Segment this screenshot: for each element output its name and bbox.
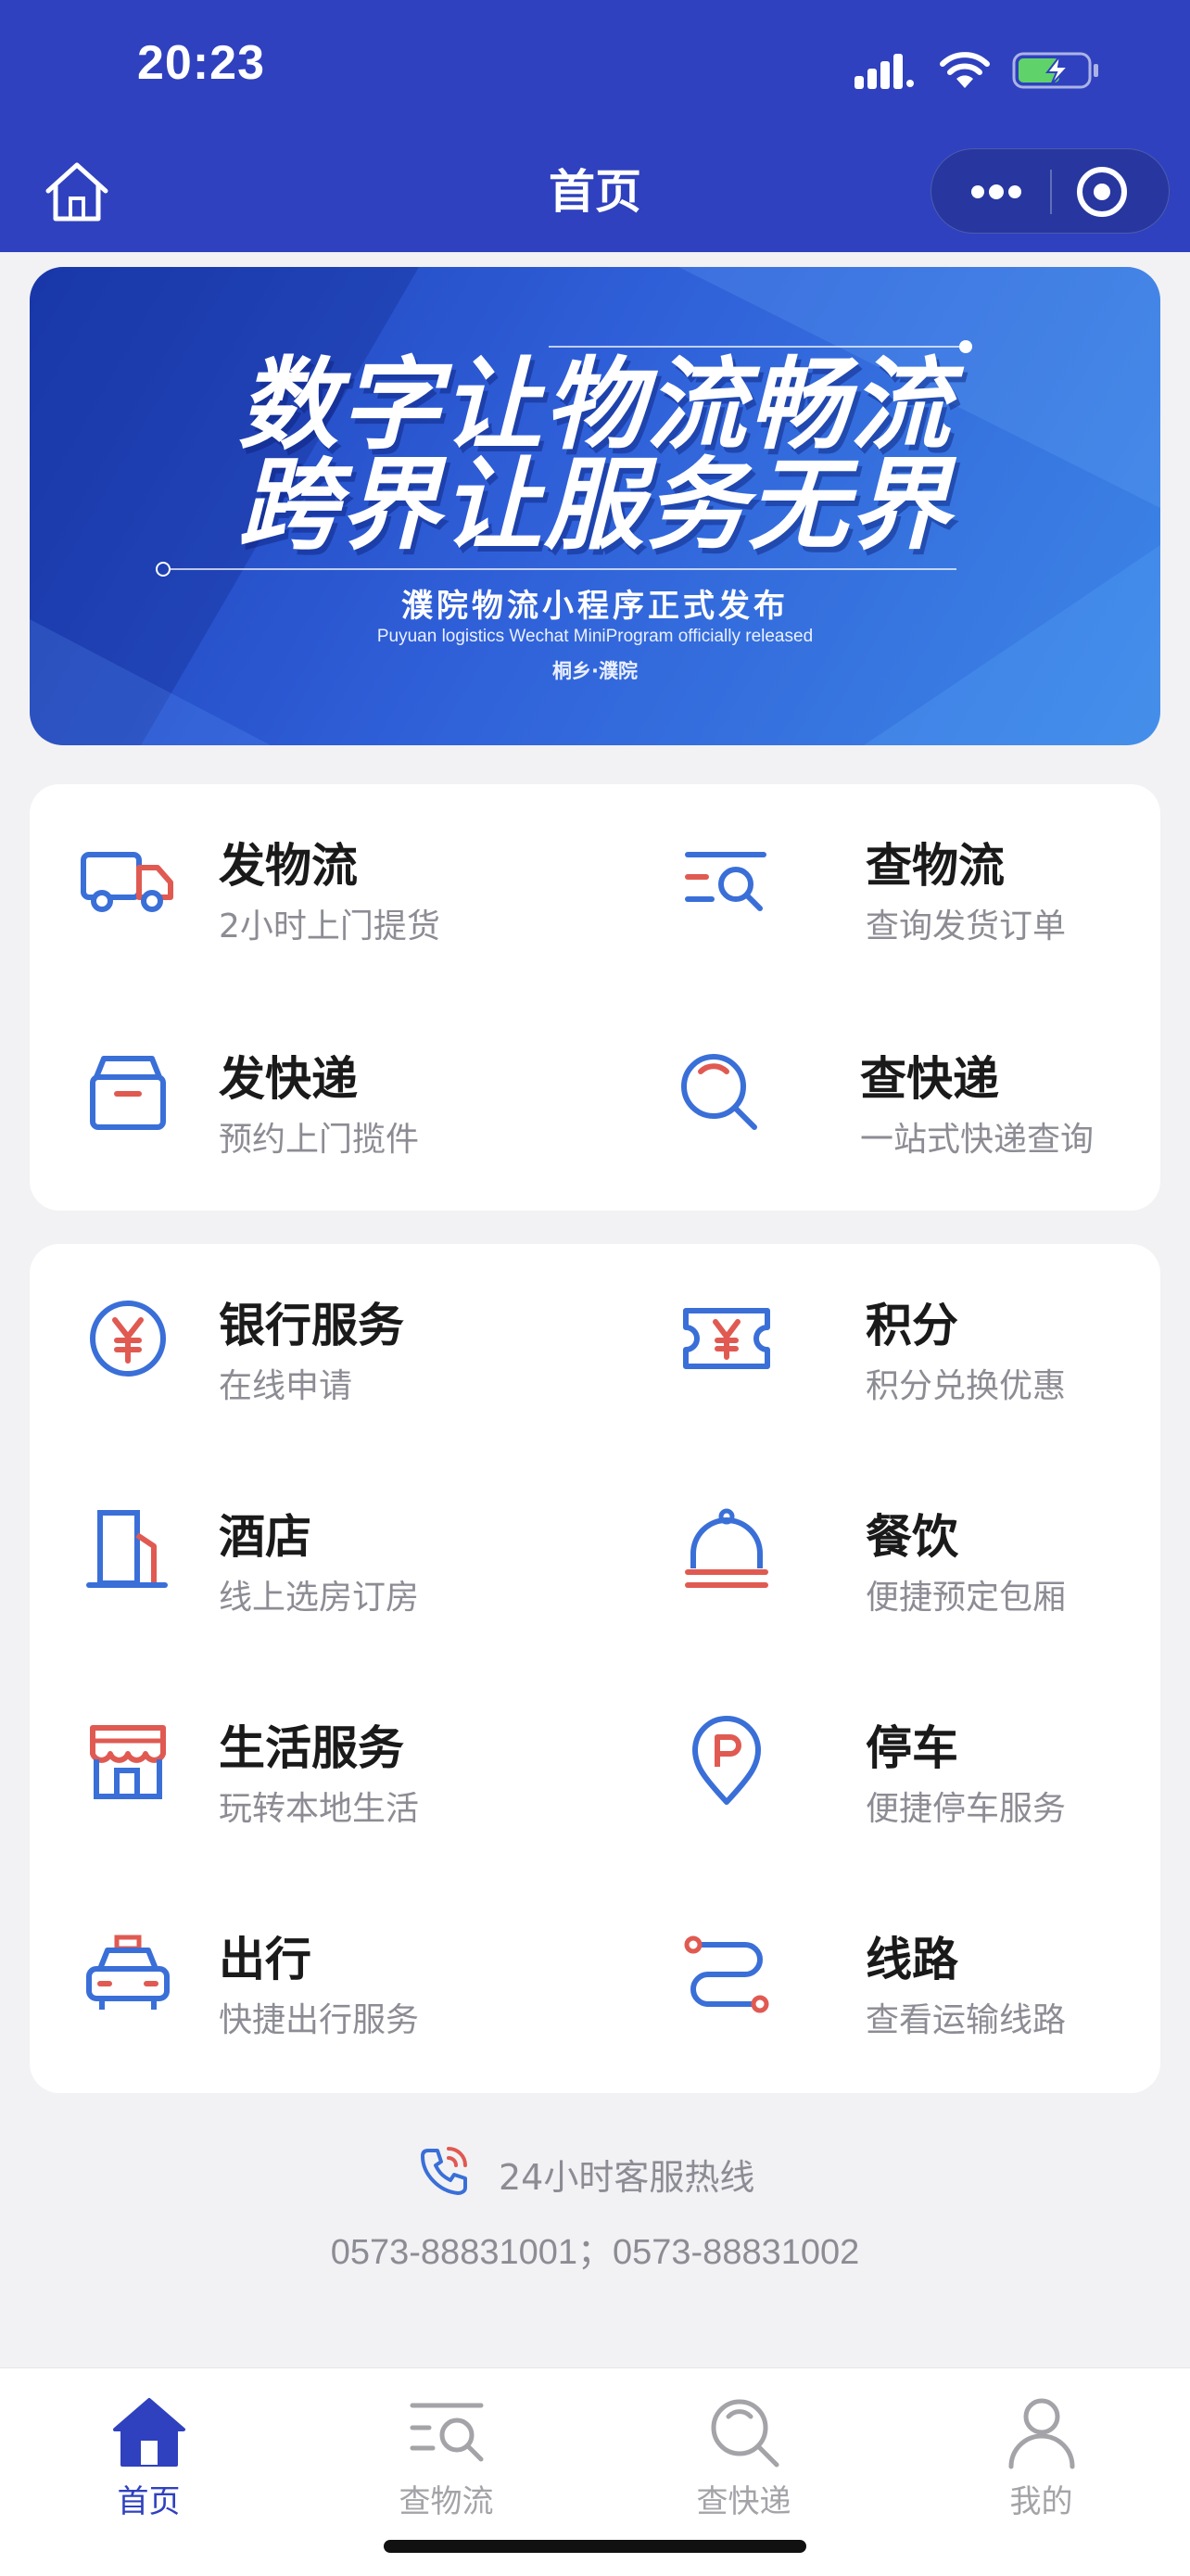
service-query-logistics[interactable]: 查物流 查询发货订单 [595,784,1151,970]
service-desc: 便捷停车服务 [866,1790,1067,1828]
building-icon [86,1510,168,1588]
service-title: 餐饮 [866,1510,958,1564]
service-desc: 快捷出行服务 [219,2001,420,2039]
service-title: 出行 [219,1933,311,1986]
tab-label: 我的 [1009,2483,1073,2520]
phone-icon [421,2147,467,2195]
more-icon[interactable] [954,166,1037,218]
magnifier-icon [711,2399,779,2468]
tab-profile[interactable]: 我的 [892,2368,1190,2554]
service-bank[interactable]: 银行服务 在线申请 [30,1244,586,1429]
service-desc: 线上选房订房 [219,1579,420,1617]
parking-pin-icon [692,1716,761,1805]
service-title: 线路 [866,1933,958,1986]
route-icon [684,1935,769,2013]
yuan-ticket-icon [683,1308,770,1369]
promo-banner[interactable]: 数字让物流畅流 跨界让服务无界 濮院物流小程序正式发布 Puyuan logis… [30,267,1160,745]
capsule-divider [1050,170,1052,214]
service-title: 查快递 [860,1052,999,1106]
yuan-coin-icon [90,1301,166,1377]
logistics-services-card: 发物流 2小时上门提货 查物流 查询发货订单 发快递 预约上门揽件 查快递 一站… [30,784,1160,1211]
service-send-logistics[interactable]: 发物流 2小时上门提货 [30,784,586,970]
cloche-icon [685,1508,768,1588]
service-hotel[interactable]: 酒店 线上选房订房 [30,1455,586,1641]
signal-icon [855,54,914,89]
life-services-card: 银行服务 在线申请 积分 积分兑换优惠 酒店 线上选房订房 餐饮 便捷预定包厢 [30,1244,1160,2093]
app-header: 20:23 首页 [0,0,1190,252]
service-query-express[interactable]: 查快递 一站式快递查询 [595,997,1151,1183]
service-parking[interactable]: 停车 便捷停车服务 [595,1667,1151,1852]
service-title: 查物流 [866,839,1005,893]
wifi-icon [940,52,990,88]
shop-icon [90,1725,166,1799]
service-desc: 积分兑换优惠 [866,1367,1067,1405]
service-title: 发物流 [219,839,358,893]
hotline-numbers[interactable]: 0573-88831001；0573-88831002 [0,2223,1190,2274]
tab-home[interactable]: 首页 [0,2368,298,2554]
search-list-icon [410,2403,484,2462]
service-route[interactable]: 线路 查看运输线路 [595,1878,1151,2063]
taxi-icon [86,1935,170,2010]
service-desc: 一站式快递查询 [860,1121,1095,1159]
banner-location: 桐乡·濮院 [552,660,638,682]
magnifier-icon [681,1054,757,1130]
service-title: 积分 [866,1299,958,1352]
search-list-icon [685,852,766,911]
service-title: 生活服务 [219,1721,404,1775]
service-title: 停车 [866,1721,958,1775]
home-icon [113,2398,185,2467]
service-desc: 预约上门揽件 [219,1121,420,1159]
user-icon [1008,2398,1075,2469]
hotline-label: 24小时客服热线 [499,2157,755,2198]
battery-icon [1012,52,1098,89]
tab-label: 查快递 [696,2483,791,2520]
service-desc: 玩转本地生活 [219,1790,420,1828]
hotline[interactable]: 24小时客服热线 [0,2136,1190,2210]
banner-headline-2: 跨界让服务无界 [237,448,952,564]
box-icon [90,1056,166,1130]
service-desc: 在线申请 [219,1367,353,1405]
miniprogram-capsule [930,148,1170,234]
service-title: 酒店 [219,1510,311,1564]
tab-label: 查物流 [399,2483,494,2520]
service-dining[interactable]: 餐饮 便捷预定包厢 [595,1455,1151,1641]
tab-query-logistics[interactable]: 查物流 [298,2368,595,2554]
banner-subtitle-en: Puyuan logistics Wechat MiniProgram offi… [376,627,814,646]
service-desc: 查看运输线路 [866,2001,1067,2039]
service-title: 发快递 [219,1052,358,1106]
banner-headline-1: 数字让物流畅流 [237,348,952,463]
tab-query-express[interactable]: 查快递 [595,2368,892,2554]
tab-label: 首页 [117,2483,181,2520]
status-icons [855,44,1101,96]
truck-icon [81,852,173,912]
service-life[interactable]: 生活服务 玩转本地生活 [30,1667,586,1852]
close-target-icon[interactable] [1072,162,1132,222]
service-desc: 查询发货订单 [866,907,1067,945]
service-title: 银行服务 [219,1299,404,1352]
service-travel[interactable]: 出行 快捷出行服务 [30,1878,586,2063]
home-indicator [384,2540,806,2553]
status-time: 20:23 [137,36,265,90]
service-desc: 便捷预定包厢 [866,1579,1067,1617]
service-send-express[interactable]: 发快递 预约上门揽件 [30,997,586,1183]
banner-subtitle: 濮院物流小程序正式发布 [401,588,789,625]
service-desc: 2小时上门提货 [219,907,440,945]
service-points[interactable]: 积分 积分兑换优惠 [595,1244,1151,1429]
